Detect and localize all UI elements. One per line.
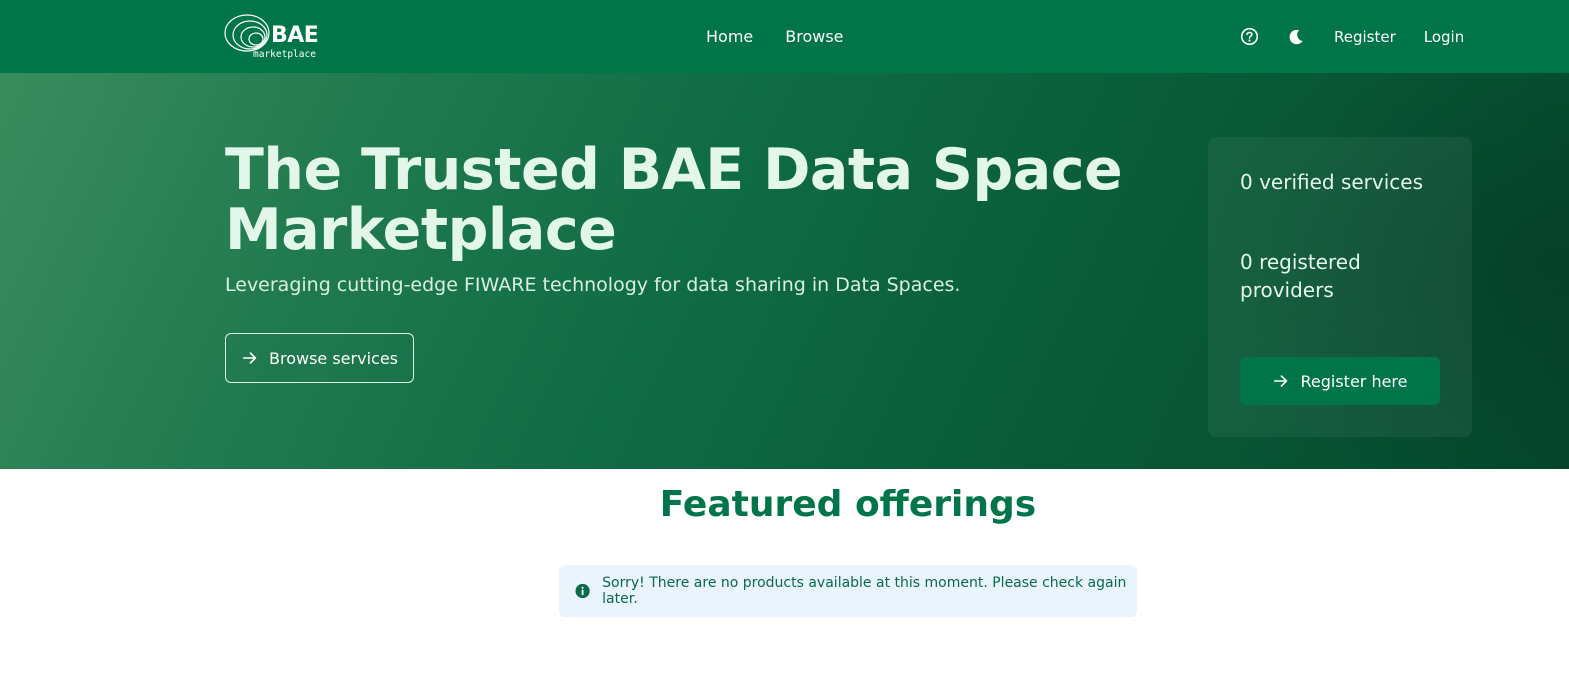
register-here-label: Register here bbox=[1300, 371, 1408, 391]
hero-section: The Trusted BAE Data Space Marketplace L… bbox=[0, 73, 1569, 469]
top-navbar: BAE marketplace Home Browse Register Log… bbox=[0, 0, 1569, 73]
nav-actions: Register Login bbox=[1238, 0, 1464, 73]
theme-toggle-button[interactable] bbox=[1285, 26, 1307, 48]
main-nav: Home Browse bbox=[706, 0, 844, 73]
info-circle-icon bbox=[575, 583, 590, 599]
help-circle-icon bbox=[1240, 27, 1258, 46]
verified-services-stat: 0 verified services bbox=[1240, 170, 1424, 194]
no-products-alert: Sorry! There are no products available a… bbox=[559, 565, 1137, 617]
bae-marketplace-logo[interactable]: BAE marketplace bbox=[224, 13, 324, 63]
registered-providers-stat: 0 registered providers bbox=[1240, 250, 1361, 302]
register-here-button[interactable]: Register here bbox=[1240, 357, 1440, 405]
nav-link-browse[interactable]: Browse bbox=[785, 27, 843, 46]
nav-link-home[interactable]: Home bbox=[706, 27, 753, 46]
featured-offerings-title: Featured offerings bbox=[659, 484, 1037, 525]
register-link[interactable]: Register bbox=[1334, 28, 1396, 46]
login-link[interactable]: Login bbox=[1424, 28, 1464, 46]
hero-title: The Trusted BAE Data Space Marketplace bbox=[225, 137, 1123, 263]
arrow-right-icon bbox=[1274, 375, 1288, 387]
stats-card: 0 verified services 0 registered provide… bbox=[1208, 137, 1472, 437]
logo-subtitle: marketplace bbox=[253, 49, 316, 60]
logo-title: BAE bbox=[271, 23, 319, 48]
no-products-message: Sorry! There are no products available a… bbox=[602, 575, 1127, 607]
logo-spiral-icon bbox=[224, 14, 270, 52]
hero-subtitle: Leveraging cutting-edge FIWARE technolog… bbox=[225, 274, 961, 296]
browse-services-button[interactable]: Browse services bbox=[225, 333, 414, 383]
arrow-right-icon bbox=[242, 352, 257, 364]
browse-services-label: Browse services bbox=[269, 348, 398, 368]
help-button[interactable] bbox=[1238, 26, 1260, 48]
moon-icon bbox=[1289, 29, 1303, 44]
